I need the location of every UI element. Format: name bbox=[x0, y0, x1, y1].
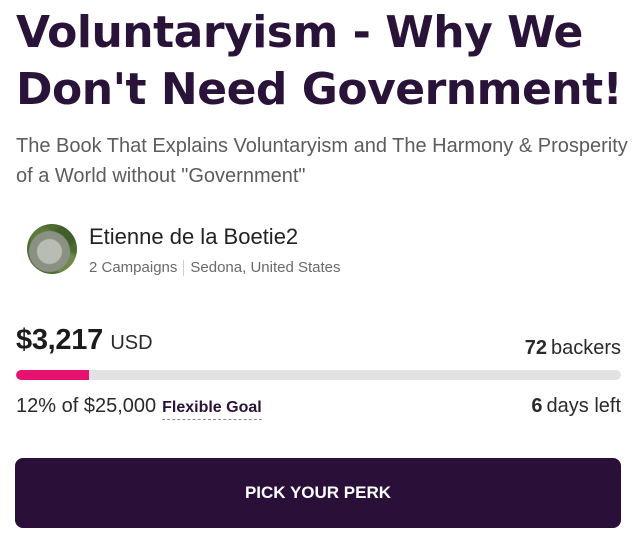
owner-meta: 2 Campaigns Sedona, United States bbox=[89, 259, 341, 277]
pick-your-perk-button[interactable]: PICK YOUR PERK bbox=[15, 458, 621, 528]
backers-count: 72 backers bbox=[525, 337, 621, 360]
avatar[interactable] bbox=[27, 224, 77, 274]
progress-text: 12% of $25,000 bbox=[16, 395, 157, 417]
meta-divider bbox=[183, 260, 185, 276]
campaign-title: Voluntaryism - Why We Don't Need Governm… bbox=[16, 7, 623, 115]
raised-currency: USD bbox=[110, 332, 153, 354]
owner-campaigns: 2 Campaigns bbox=[89, 259, 178, 276]
days-label: days left bbox=[546, 395, 621, 417]
progress-bar bbox=[16, 370, 621, 380]
owner-name[interactable]: Etienne de la Boetie2 bbox=[89, 224, 298, 250]
days-number: 6 bbox=[531, 395, 543, 417]
flexible-goal-tooltip-trigger[interactable]: Flexible Goal bbox=[162, 399, 262, 420]
campaign-owner: Etienne de la Boetie2 2 Campaigns Sedona… bbox=[27, 224, 627, 276]
days-left: 6 days left bbox=[531, 395, 621, 418]
goal-summary: 12% of $25,000 Flexible Goal bbox=[16, 395, 262, 420]
funds-raised: $3,217 USD bbox=[16, 324, 153, 357]
backers-label: backers bbox=[550, 337, 621, 359]
campaign-subtitle: The Book That Explains Voluntaryism and … bbox=[16, 135, 628, 187]
raised-amount: $3,217 bbox=[16, 324, 103, 356]
progress-bar-fill bbox=[16, 370, 89, 380]
owner-location: Sedona, United States bbox=[190, 259, 341, 276]
backers-number: 72 bbox=[524, 337, 547, 359]
